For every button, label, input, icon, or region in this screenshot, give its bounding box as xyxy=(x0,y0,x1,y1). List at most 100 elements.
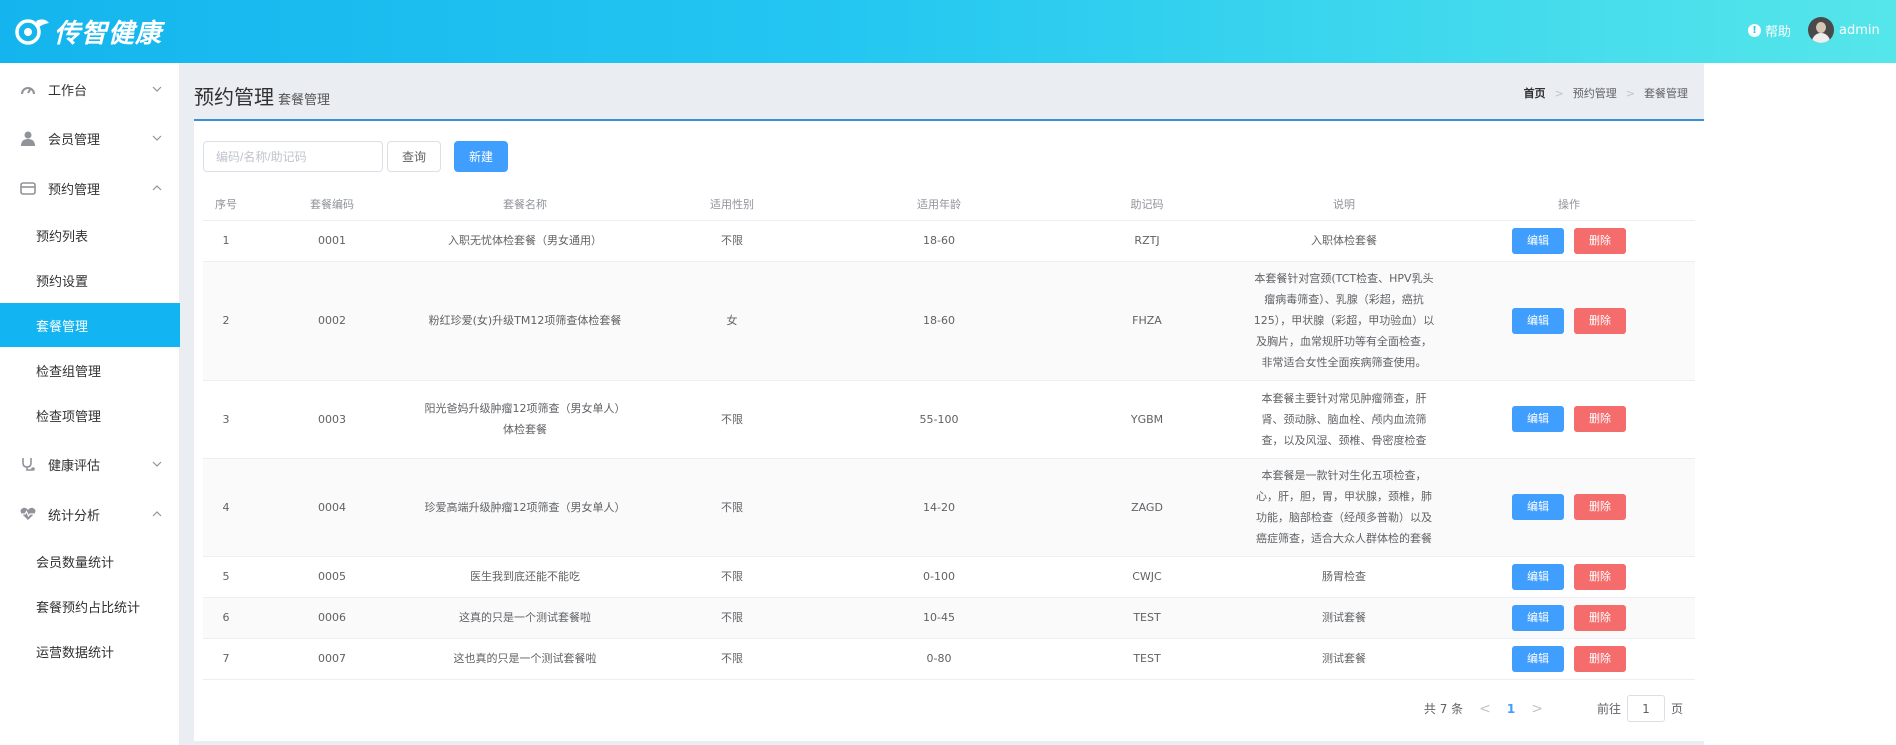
cell-desc: 本套餐主要针对常见肿瘤筛查，肝肾、颈动脉、脑血栓、颅内血流筛查，以及风湿、颈椎、… xyxy=(1245,380,1443,459)
column-header: 适用性别 xyxy=(635,188,829,221)
cell-mnemonic: YGBM xyxy=(1049,380,1245,459)
table-row: 6 0006 这真的只是一个测试套餐啦 不限 10-45 TEST 测试套餐 编… xyxy=(203,597,1695,639)
column-header: 操作 xyxy=(1443,188,1695,221)
cell-age: 14-20 xyxy=(829,458,1049,557)
sidebar-group-label: 健康评估 xyxy=(48,458,101,474)
table-row: 1 0001 入职无忧体检套餐（男女通用） 不限 18-60 RZTJ 入职体检… xyxy=(203,220,1695,262)
breadcrumb-packages: 套餐管理 xyxy=(1644,87,1688,100)
avatar xyxy=(1808,17,1834,43)
delete-button[interactable]: 删除 xyxy=(1574,406,1626,432)
sidebar-item-appointment-list[interactable]: 预约列表 xyxy=(0,213,180,257)
package-table: 序号 套餐编码 套餐名称 适用性别 适用年龄 助记码 说明 操作 1 0001 … xyxy=(203,188,1695,680)
toolbar: 查询 新建 xyxy=(203,141,508,172)
cell-mnemonic: TEST xyxy=(1049,638,1245,680)
cell-age: 18-60 xyxy=(829,261,1049,381)
cell-no: 6 xyxy=(203,597,249,639)
logo-text: 传智健康 xyxy=(54,18,163,49)
edit-button[interactable]: 编辑 xyxy=(1512,227,1564,254)
sidebar-group-label: 预约管理 xyxy=(48,182,101,198)
delete-button[interactable]: 删除 xyxy=(1574,604,1626,631)
cell-code: 0006 xyxy=(249,597,415,639)
search-input[interactable] xyxy=(203,141,383,172)
page-subtitle: 套餐管理 xyxy=(278,93,331,108)
edit-button[interactable]: 编辑 xyxy=(1512,307,1564,334)
help-label: 帮助 xyxy=(1765,25,1792,40)
delete-button[interactable]: 删除 xyxy=(1574,494,1626,520)
cell-no: 5 xyxy=(203,556,249,598)
delete-button[interactable]: 删除 xyxy=(1574,307,1626,334)
column-header: 说明 xyxy=(1245,188,1443,221)
cell-name: 粉红珍爱(女)升级TM12项筛查体检套餐 xyxy=(415,261,635,381)
edit-button[interactable]: 编辑 xyxy=(1512,563,1564,590)
chevron-down-icon xyxy=(152,86,162,92)
cell-desc: 测试套餐 xyxy=(1245,638,1443,680)
cell-actions: 编辑 删除 xyxy=(1443,597,1695,639)
cell-mnemonic: CWJC xyxy=(1049,556,1245,598)
sidebar-group-appointments[interactable]: 预约管理 xyxy=(0,165,180,211)
cell-age: 18-60 xyxy=(829,220,1049,262)
cell-code: 0003 xyxy=(249,380,415,459)
new-button[interactable]: 新建 xyxy=(454,141,508,172)
sidebar-item-package-ratio-statistics[interactable]: 套餐预约占比统计 xyxy=(0,584,180,628)
column-header: 序号 xyxy=(203,188,249,221)
pagination-page-suffix: 页 xyxy=(1670,702,1683,716)
query-button[interactable]: 查询 xyxy=(387,141,441,172)
cell-code: 0007 xyxy=(249,638,415,680)
chevron-right-icon: > xyxy=(1625,86,1635,100)
help-link[interactable]: ! 帮助 xyxy=(1748,21,1791,40)
cell-no: 2 xyxy=(203,261,249,381)
edit-button[interactable]: 编辑 xyxy=(1512,494,1564,520)
sidebar-group-members[interactable]: 会员管理 xyxy=(0,115,180,161)
pagination-total: 共 7 条 xyxy=(1423,702,1464,716)
table-row: 4 0004 珍爱高端升级肿瘤12项筛查（男女单人） 不限 14-20 ZAGD… xyxy=(203,458,1695,557)
sidebar-item-package-management[interactable]: 套餐管理 xyxy=(0,303,180,347)
user-menu[interactable]: admin xyxy=(1808,17,1880,43)
column-header: 适用年龄 xyxy=(829,188,1049,221)
pagination-page-number[interactable]: 1 xyxy=(1507,702,1515,716)
table-header-row: 序号 套餐编码 套餐名称 适用性别 适用年龄 助记码 说明 操作 xyxy=(203,188,1695,221)
delete-button[interactable]: 删除 xyxy=(1574,563,1626,590)
sidebar-item-checkitem-management[interactable]: 检查项管理 xyxy=(0,393,180,437)
table-row: 3 0003 阳光爸妈升级肿瘤12项筛查（男女单人）体检套餐 不限 55-100… xyxy=(203,380,1695,459)
column-header: 套餐名称 xyxy=(415,188,635,221)
cell-actions: 编辑 删除 xyxy=(1443,458,1695,557)
cell-age: 0-80 xyxy=(829,638,1049,680)
edit-button[interactable]: 编辑 xyxy=(1512,645,1564,672)
breadcrumb: 首页 > 预约管理 > 套餐管理 xyxy=(1524,85,1688,101)
delete-button[interactable]: 删除 xyxy=(1574,227,1626,254)
sidebar-item-checkgroup-management[interactable]: 检查组管理 xyxy=(0,348,180,392)
sidebar-item-label: 套餐管理 xyxy=(36,319,89,335)
sidebar-item-member-statistics[interactable]: 会员数量统计 xyxy=(0,539,180,583)
delete-button[interactable]: 删除 xyxy=(1574,645,1626,672)
pagination-goto-input[interactable]: 1 xyxy=(1626,695,1665,722)
edit-button[interactable]: 编辑 xyxy=(1512,604,1564,631)
sidebar-item-label: 预约设置 xyxy=(36,274,89,290)
sidebar-group-health-assessment[interactable]: 健康评估 xyxy=(0,441,180,487)
cell-desc: 肠胃检查 xyxy=(1245,556,1443,598)
chevron-left-icon[interactable]: < xyxy=(1479,701,1491,717)
dashboard-icon xyxy=(20,81,36,97)
chevron-up-icon xyxy=(152,185,162,191)
package-panel: 查询 新建 序号 套餐编码 套餐名称 适用性别 适用年龄 助记码 说明 操作 1… xyxy=(194,119,1704,741)
sidebar-item-operation-statistics[interactable]: 运营数据统计 xyxy=(0,629,180,673)
cell-no: 3 xyxy=(203,380,249,459)
cell-code: 0004 xyxy=(249,458,415,557)
sidebar-group-workbench[interactable]: 工作台 xyxy=(0,66,180,112)
sidebar-group-statistics[interactable]: 统计分析 xyxy=(0,491,180,537)
edit-button[interactable]: 编辑 xyxy=(1512,406,1564,432)
breadcrumb-home[interactable]: 首页 xyxy=(1524,85,1546,101)
sidebar-item-label: 运营数据统计 xyxy=(36,645,115,661)
cell-sex: 不限 xyxy=(635,380,829,459)
sidebar-group-label: 会员管理 xyxy=(48,132,101,148)
cell-desc: 本套餐是一款针对生化五项检查，心，肝，胆，胃，甲状腺，颈椎，肺功能，脑部检查（经… xyxy=(1245,458,1443,557)
chevron-right-icon[interactable]: > xyxy=(1531,701,1543,717)
cell-actions: 编辑 删除 xyxy=(1443,220,1695,262)
cell-name: 这也真的只是一个测试套餐啦 xyxy=(415,638,635,680)
app-logo[interactable]: 传智健康 xyxy=(12,13,162,49)
logo-icon xyxy=(15,19,49,45)
page-header: 预约管理 套餐管理 首页 > 预约管理 > 套餐管理 xyxy=(194,63,1704,119)
sidebar: 工作台 会员管理 预约管理 预约列表 预约设置 套餐管理 检查组管理 检查项管理… xyxy=(0,63,180,745)
sidebar-item-label: 检查组管理 xyxy=(36,364,102,380)
chevron-down-icon xyxy=(152,461,162,467)
sidebar-item-appointment-settings[interactable]: 预约设置 xyxy=(0,258,180,302)
